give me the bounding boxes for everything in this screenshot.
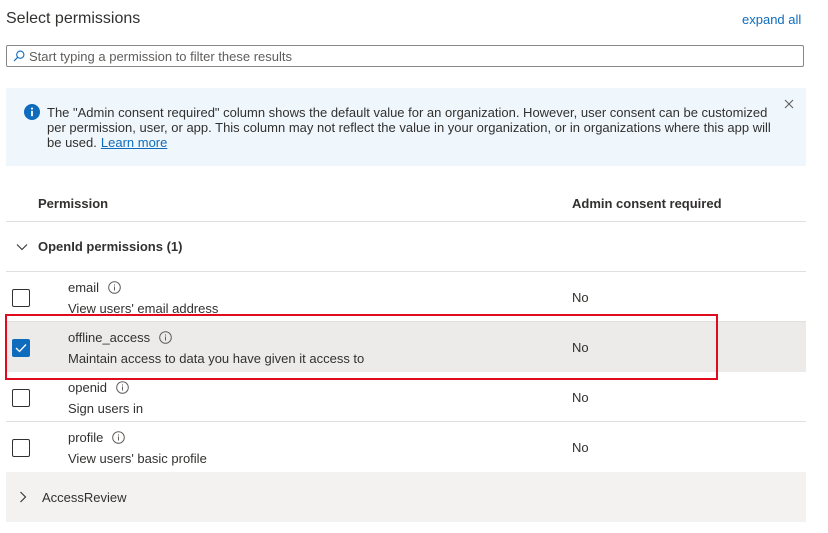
- info-circle-icon[interactable]: [116, 381, 129, 394]
- group-label: AccessReview: [42, 489, 127, 505]
- checkmark-icon: [15, 344, 27, 353]
- permission-name: openid: [68, 380, 108, 395]
- permission-description: View users' basic profile: [68, 451, 207, 466]
- checkbox-offline-access[interactable]: [12, 339, 30, 357]
- learn-more-link[interactable]: Learn more: [101, 135, 167, 150]
- banner-message: The "Admin consent required" column show…: [47, 105, 777, 150]
- panel-title: Select permissions: [6, 10, 141, 27]
- permission-row-email[interactable]: email View users' email address No: [6, 272, 806, 322]
- group-row-accessreview[interactable]: AccessReview: [6, 472, 806, 522]
- checkbox-profile[interactable]: [12, 439, 30, 457]
- permission-name: email: [68, 280, 100, 295]
- permission-row-offline-access[interactable]: offline_access Maintain access to data y…: [6, 322, 806, 372]
- checkbox-openid[interactable]: [12, 389, 30, 407]
- admin-consent-value: No: [572, 290, 589, 305]
- chevron-right-icon[interactable]: [18, 491, 28, 503]
- group-label: OpenId permissions (1): [38, 239, 183, 254]
- admin-consent-value: No: [572, 390, 589, 405]
- close-icon[interactable]: [783, 98, 795, 110]
- info-circle-icon[interactable]: [112, 431, 126, 444]
- search-icon: [13, 50, 25, 62]
- permission-name: profile: [68, 430, 104, 445]
- permission-row-openid[interactable]: openid Sign users in No: [6, 372, 806, 422]
- column-header-admin-consent: Admin consent required: [572, 196, 722, 211]
- info-circle-icon[interactable]: [159, 331, 172, 344]
- permission-description: View users' email address: [68, 301, 219, 316]
- info-icon: [24, 104, 40, 120]
- admin-consent-value: No: [572, 440, 589, 455]
- permission-description: Maintain access to data you have given i…: [68, 351, 365, 366]
- admin-consent-value: No: [572, 340, 589, 355]
- expand-all-link[interactable]: expand all: [742, 12, 801, 27]
- permission-name: offline_access: [68, 330, 151, 345]
- column-header-permission: Permission: [38, 196, 109, 211]
- group-row-openid[interactable]: OpenId permissions (1): [6, 222, 806, 271]
- search-input[interactable]: [29, 48, 789, 64]
- permission-row-profile[interactable]: profile View users' basic profile No: [6, 422, 806, 472]
- info-banner: The "Admin consent required" column show…: [6, 88, 806, 166]
- info-circle-icon[interactable]: [108, 281, 121, 294]
- chevron-down-icon[interactable]: [16, 241, 28, 253]
- permission-description: Sign users in: [68, 401, 144, 416]
- permission-search-box[interactable]: [6, 45, 804, 67]
- checkbox-email[interactable]: [12, 289, 30, 307]
